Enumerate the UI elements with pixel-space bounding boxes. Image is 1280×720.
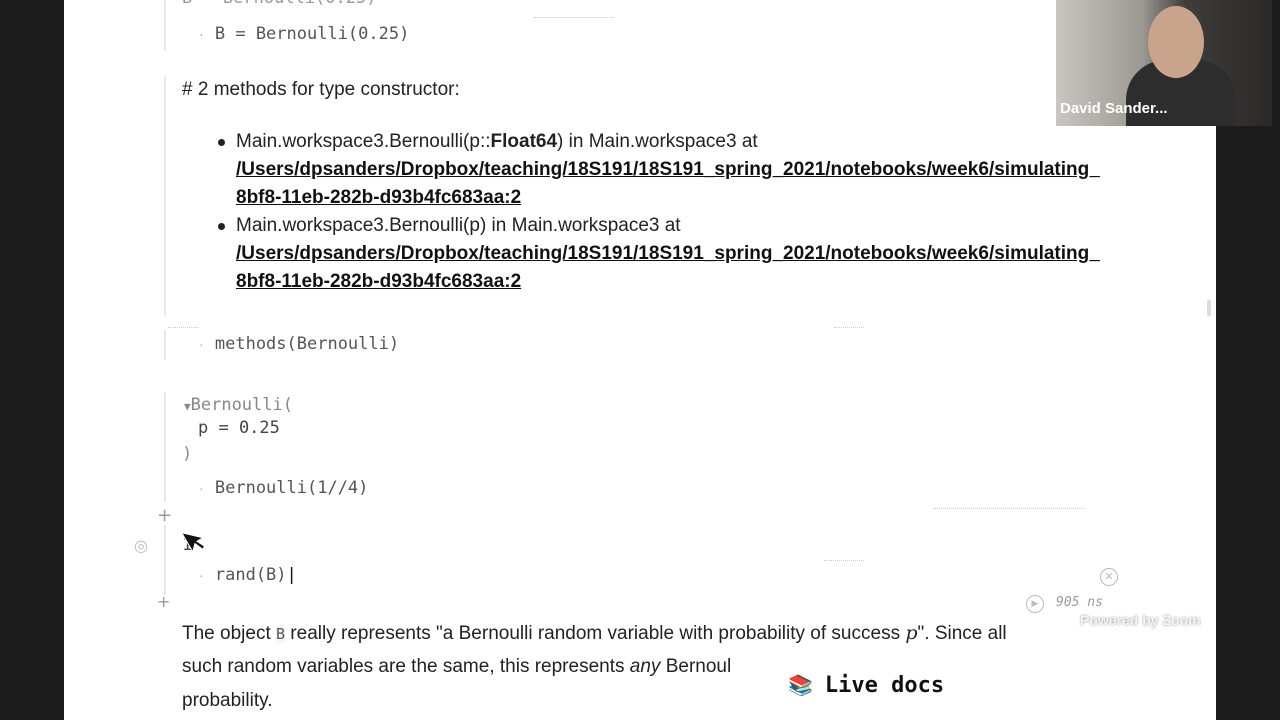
live-docs-label: Live docs [824, 672, 945, 698]
run-cell-icon[interactable]: ▶ [1026, 595, 1044, 613]
partial-output: B = Bernoulli(0.25) [182, 0, 376, 8]
method-path-link-2[interactable]: /Users/dpsanders/Dropbox/teaching/18S191… [236, 243, 1100, 265]
scrollbar-thumb[interactable] [1207, 300, 1211, 316]
code-cell-bernoulli[interactable]: · Bernoulli(1//4) [198, 478, 368, 498]
method-path-link-1-cont[interactable]: 8bf8-11eb-282b-d93b4fc683aa:2 [236, 187, 521, 209]
add-cell-icon[interactable]: + [157, 592, 170, 611]
code-text: Bernoulli(1//4) [214, 478, 369, 498]
cell-dot: · [198, 570, 205, 583]
live-docs-button[interactable]: 📚 Live docs [780, 660, 980, 710]
method-signature-1: Main.workspace3.Bernoulli(p::Float64) in… [236, 131, 758, 152]
code-cell-b-assign[interactable]: · B = Bernoulli(0.25) [198, 24, 409, 44]
code-cell-methods[interactable]: · methods(Bernoulli) [198, 334, 399, 354]
cell-dot: · [198, 483, 205, 496]
add-cell-icon[interactable]: + [157, 505, 172, 526]
methods-header: # 2 methods for type constructor: [182, 79, 460, 100]
runtime-label: 905 ns [1056, 595, 1103, 610]
cell-dot: · [198, 339, 205, 352]
struct-output-close: ) [182, 444, 193, 464]
left-frame [0, 0, 64, 720]
collapse-triangle-icon[interactable]: ▼ [184, 400, 191, 413]
webcam-video: David Sander... [1056, 0, 1272, 126]
cell-bar [164, 392, 166, 502]
eye-icon[interactable]: ◎ [134, 536, 148, 555]
divider [834, 327, 864, 328]
code-cell-rand-active[interactable]: · rand(B)| [198, 565, 297, 585]
cell-bar [164, 525, 166, 595]
pluto-notebook: B = Bernoulli(0.25) · B = Bernoulli(0.25… [64, 0, 1216, 720]
divider [168, 327, 198, 328]
method-signature-2: Main.workspace3.Bernoulli(p) in Main.wor… [236, 215, 681, 236]
code-text: rand(B) [214, 565, 287, 585]
struct-field: p = 0.25 [198, 418, 280, 438]
method-path-link-1[interactable]: /Users/dpsanders/Dropbox/teaching/18S191… [236, 159, 1100, 181]
code-text: B = Bernoulli(0.25) [214, 24, 410, 44]
cell-dot: · [198, 29, 205, 42]
prose-line-1: The object B really represents "a Bernou… [182, 622, 1007, 644]
divider [824, 560, 864, 561]
cell-bar [164, 330, 166, 360]
books-icon: 📚 [788, 673, 813, 697]
cell-bar [164, 0, 166, 50]
code-text: methods(Bernoulli) [214, 334, 400, 354]
struct-output-open[interactable]: ▼Bernoulli( [184, 395, 293, 415]
delete-cell-icon[interactable]: ✕ [1100, 568, 1118, 586]
divider [534, 17, 614, 18]
zoom-watermark: Powered by Zoom [1080, 612, 1201, 628]
participant-name: David Sander... [1060, 100, 1168, 117]
method-path-link-2-cont[interactable]: 8bf8-11eb-282b-d93b4fc683aa:2 [236, 271, 521, 293]
prose-line-2: such random variables are the same, this… [182, 656, 732, 677]
cell-bar [164, 76, 166, 316]
bullet [218, 139, 225, 146]
prose-line-3: probability. [182, 690, 273, 711]
divider [934, 508, 1084, 509]
mouse-cursor [172, 528, 206, 554]
bullet [218, 223, 225, 230]
